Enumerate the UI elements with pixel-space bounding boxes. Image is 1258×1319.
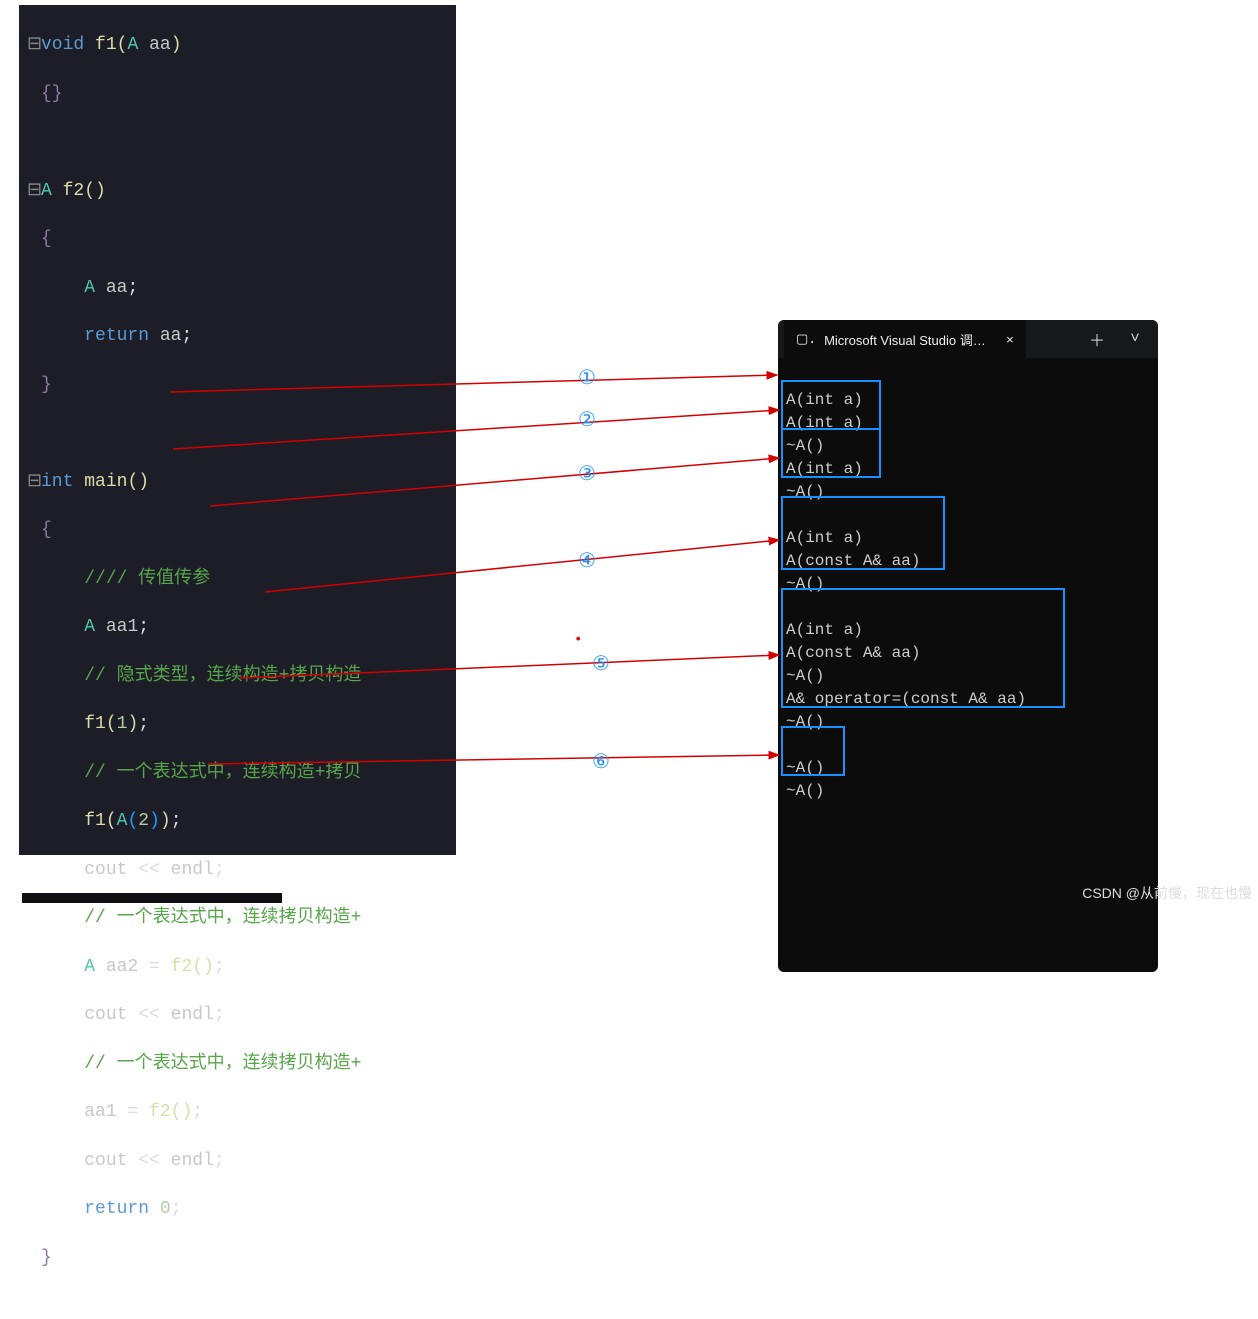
console-line: A(const A& aa) — [786, 552, 920, 570]
console-tab[interactable]: ▢. Microsoft Visual Studio 调试控 × — [784, 320, 1026, 358]
console-line: A(int a) — [786, 460, 863, 478]
annotation-2: ② — [578, 407, 596, 432]
console-line: ~A() — [786, 713, 824, 731]
keyword-void: void — [41, 35, 84, 55]
console-titlebar[interactable]: ▢. Microsoft Visual Studio 调试控 × ＋ ˅ — [778, 320, 1158, 358]
console-line: ~A() — [786, 483, 824, 501]
console-line: ~A() — [786, 667, 824, 685]
console-line: A(int a) — [786, 621, 863, 639]
tab-dropdown-button[interactable]: ˅ — [1118, 330, 1152, 348]
new-tab-button[interactable]: ＋ — [1080, 327, 1114, 351]
console-tab-label: Microsoft Visual Studio 调试控 — [824, 330, 994, 349]
annotation-3: ③ — [578, 461, 596, 486]
console-line: ~A() — [786, 437, 824, 455]
console-window: ▢. Microsoft Visual Studio 调试控 × ＋ ˅ A(i… — [778, 320, 1158, 972]
close-icon[interactable]: × — [1006, 332, 1014, 347]
terminal-icon: ▢. — [796, 332, 816, 347]
annotation-6: ⑥ — [592, 749, 610, 774]
console-line: ~A() — [786, 782, 824, 800]
console-line: ~A() — [786, 759, 824, 777]
annotation-5: ⑤ — [592, 651, 610, 676]
console-output: A(int a) A(int a) ~A() A(int a) ~A() A(i… — [778, 358, 1158, 972]
console-line: ~A() — [786, 575, 824, 593]
annotation-4: ④ — [578, 548, 596, 573]
console-line: A(int a) — [786, 529, 863, 547]
code-editor: ⊟void f1(A aa) {} ⊟A f2() { A aa; return… — [19, 5, 456, 855]
annotation-1: ① — [578, 365, 596, 390]
console-line: A(int a) — [786, 391, 863, 409]
console-line: A(int a) — [786, 414, 863, 432]
watermark: CSDN @从前慢，现在也慢 — [1082, 883, 1252, 903]
console-line: A(const A& aa) — [786, 644, 920, 662]
console-line: A& operator=(const A& aa) — [786, 690, 1026, 708]
red-dot: • — [574, 632, 582, 648]
bottom-segment — [22, 893, 282, 903]
